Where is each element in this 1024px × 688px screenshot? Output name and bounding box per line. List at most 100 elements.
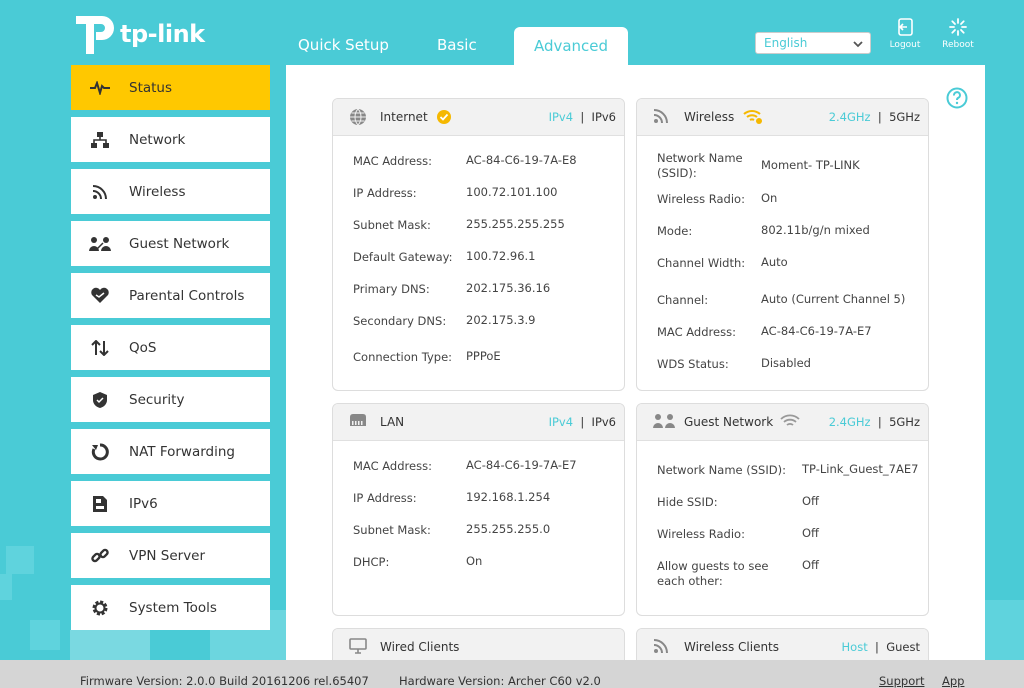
row-label: WDS Status: [657, 357, 729, 371]
row-value: Auto [761, 255, 788, 269]
sidebar-item-qos[interactable]: QoS [71, 325, 270, 370]
row-value: 100.72.96.1 [466, 249, 536, 263]
guest-tab[interactable]: Guest [886, 640, 920, 654]
row-value: 255.255.255.255 [466, 217, 565, 231]
sidebar-item-label: System Tools [129, 599, 217, 616]
guest-network-title: Guest Network [684, 415, 774, 429]
brand-name: tp-link [120, 20, 205, 48]
guest-5ghz-tab[interactable]: 5GHz [889, 415, 920, 429]
row-value: 255.255.255.0 [466, 522, 551, 536]
shield-icon [71, 391, 129, 409]
tab-basic[interactable]: Basic [437, 36, 477, 54]
internet-ipv6-tab[interactable]: IPv6 [592, 110, 616, 124]
gear-icon [71, 599, 129, 617]
sidebar-item-ipv6[interactable]: IPv6 [71, 481, 270, 526]
wireless-5ghz-tab[interactable]: 5GHz [889, 110, 920, 124]
sidebar-item-label: Status [129, 79, 173, 96]
row-label: IP Address: [353, 491, 417, 505]
row-label: Secondary DNS: [353, 314, 447, 328]
row-value: 802.11b/g/n mixed [761, 223, 870, 237]
sidebar-item-wireless[interactable]: Wireless [71, 169, 270, 214]
row-label: Hide SSID: [657, 495, 718, 509]
row-value: Off [802, 494, 819, 508]
link-icon [71, 547, 129, 565]
row-value: AC-84-C6-19-7A-E7 [761, 324, 872, 338]
wireless-card-header: Wireless 2.4GHz | 5GHz [637, 99, 928, 136]
sidebar-item-label: QoS [129, 339, 157, 356]
row-label: Default Gateway: [353, 250, 453, 264]
globe-icon [350, 108, 366, 126]
sidebar-item-security[interactable]: Security [71, 377, 270, 422]
row-label: Mode: [657, 224, 693, 238]
row-value: Off [802, 526, 819, 540]
lan-port-icon [350, 414, 366, 426]
app-link[interactable]: App [942, 674, 964, 688]
row-label: Connection Type: [353, 350, 453, 364]
allow-guests-label: each other: [657, 574, 723, 588]
row-value: 202.175.3.9 [466, 313, 536, 327]
row-value: 202.175.36.16 [466, 281, 551, 295]
sidebar-item-nat-forwarding[interactable]: NAT Forwarding [71, 429, 270, 474]
internet-card-header: Internet IPv4 | IPv6 [333, 99, 624, 136]
reboot-button[interactable]: Reboot [935, 18, 981, 50]
row-value: Auto (Current Channel 5) [761, 292, 906, 306]
lan-ipv6-tab[interactable]: IPv6 [592, 415, 616, 429]
wireless-icon [71, 184, 129, 200]
row-label: Wireless Radio: [657, 192, 745, 206]
sidebar-item-status[interactable]: Status [71, 65, 270, 110]
internet-ipv4-tab[interactable]: IPv4 [549, 110, 573, 124]
row-label: MAC Address: [657, 325, 736, 339]
wireless-card: Wireless 2.4GHz | 5GHz Network Name (SSI… [636, 98, 929, 391]
ssid-label: (SSID): [657, 166, 697, 180]
row-value: AC-84-C6-19-7A-E7 [466, 458, 577, 472]
sidebar-item-system-tools[interactable]: System Tools [71, 585, 270, 630]
logout-icon [898, 18, 913, 36]
language-select[interactable]: English [755, 32, 871, 54]
reboot-icon [949, 18, 967, 36]
tab-advanced[interactable]: Advanced [514, 27, 628, 65]
wireless-title: Wireless [684, 110, 735, 124]
sidebar-item-label: NAT Forwarding [129, 443, 235, 460]
reboot-label: Reboot [942, 40, 974, 50]
chevron-down-icon [853, 41, 863, 48]
allow-guests-label: Allow guests to see [657, 559, 769, 573]
tab-quick-setup[interactable]: Quick Setup [298, 36, 389, 54]
support-link[interactable]: Support [879, 674, 924, 688]
row-label: Channel Width: [657, 256, 746, 270]
background-decoration [0, 574, 12, 600]
ssid-label: Network Name [657, 151, 743, 165]
help-icon[interactable] [946, 87, 968, 109]
logout-button[interactable]: Logout [882, 18, 928, 50]
row-value: On [466, 554, 483, 568]
guest-network-icon [71, 236, 129, 252]
row-label: MAC Address: [353, 154, 432, 168]
wireless-24ghz-tab[interactable]: 2.4GHz [829, 110, 871, 124]
sidebar-item-parental-controls[interactable]: Parental Controls [71, 273, 270, 318]
host-tab[interactable]: Host [842, 640, 868, 654]
tp-link-logo-icon [76, 16, 114, 54]
guest-network-card: Guest Network 2.4GHz | 5GHz Network Name… [636, 403, 929, 616]
monitor-icon [349, 638, 367, 654]
wired-clients-title: Wired Clients [380, 640, 460, 654]
row-value: 192.168.1.254 [466, 490, 551, 504]
wifi-signal-icon [743, 110, 762, 124]
row-label: Subnet Mask: [353, 523, 431, 537]
internet-title: Internet [380, 110, 428, 124]
sidebar-item-network[interactable]: Network [71, 117, 270, 162]
guest-network-card-header: Guest Network 2.4GHz | 5GHz [637, 404, 928, 441]
wireless-icon [653, 109, 668, 124]
network-icon [71, 131, 129, 148]
lan-ipv4-tab[interactable]: IPv4 [549, 415, 573, 429]
nat-icon [71, 442, 129, 461]
heart-icon [71, 287, 129, 304]
sidebar-item-label: Parental Controls [129, 287, 245, 304]
row-value: PPPoE [466, 349, 501, 363]
firmware-version: Firmware Version: 2.0.0 Build 20161206 r… [80, 674, 369, 688]
sidebar-item-vpn-server[interactable]: VPN Server [71, 533, 270, 578]
guest-24ghz-tab[interactable]: 2.4GHz [829, 415, 871, 429]
guest-network-icon [653, 414, 675, 428]
background-decoration [985, 600, 1024, 660]
sidebar-item-guest-network[interactable]: Guest Network [71, 221, 270, 266]
lan-card-header: LAN IPv4 | IPv6 [333, 404, 624, 441]
row-label: MAC Address: [353, 459, 432, 473]
